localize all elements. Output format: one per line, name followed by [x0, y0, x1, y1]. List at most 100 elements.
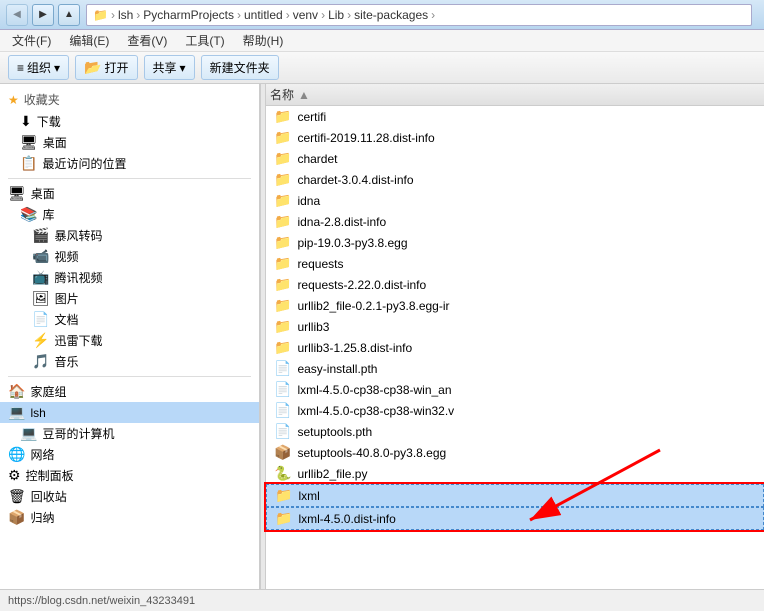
file-name-8: requests-2.22.0.dist-info — [297, 278, 426, 292]
file-icon-4: 📁 — [274, 192, 291, 209]
sidebar-item-xunlei[interactable]: ⚡ 迅雷下载 — [0, 330, 259, 351]
file-item-14[interactable]: 📄lxml-4.5.0-cp38-cp38-win32.v — [266, 400, 764, 421]
file-name-5: idna-2.8.dist-info — [297, 215, 386, 229]
breadcrumb-venv[interactable]: venv — [293, 8, 318, 22]
sidebar-item-dougo[interactable]: 💻 豆哥的计算机 — [0, 423, 259, 444]
sidebar-item-recycle[interactable]: 🗑 回收站 — [0, 486, 259, 507]
file-item-1[interactable]: 📁certifi-2019.11.28.dist-info — [266, 127, 764, 148]
video-icon: 📹 — [32, 248, 49, 265]
file-item-8[interactable]: 📁 requests-2.22.0.dist-info — [266, 274, 764, 295]
sidebar-item-tencent-video[interactable]: 📺 腾讯视频 — [0, 267, 259, 288]
open-button[interactable]: 📂 打开 — [75, 55, 137, 80]
new-folder-button[interactable]: 新建文件夹 — [201, 55, 279, 80]
share-dropdown-icon: ▾ — [180, 61, 186, 75]
file-name-15: setuptools.pth — [297, 425, 372, 439]
favorites-header: ★ 收藏夹 — [0, 88, 259, 111]
sidebar-item-desktop[interactable]: 🖥 桌面 — [0, 132, 259, 153]
file-name-19: lxml-4.5.0.dist-info — [298, 512, 395, 526]
menu-edit[interactable]: 编辑(E) — [61, 30, 117, 51]
file-item-16[interactable]: 📦 setuptools-40.8.0-py3.8.egg — [266, 442, 764, 463]
sidebar-item-music[interactable]: 🎵 音乐 — [0, 351, 259, 372]
breadcrumb-site-packages[interactable]: site-packages — [354, 8, 428, 22]
desktop-folder-icon: 🖥 — [8, 185, 26, 202]
sidebar-item-docs[interactable]: 📄 文档 — [0, 309, 259, 330]
music-icon: 🎵 — [32, 353, 49, 370]
network-icon: 🌐 — [8, 446, 25, 463]
menu-file[interactable]: 文件(F) — [4, 30, 59, 51]
file-icon-16: 📦 — [274, 444, 291, 461]
breadcrumb[interactable]: 📁 › lsh › PycharmProjects › untitled › v… — [86, 4, 752, 26]
share-button[interactable]: 共享 ▾ — [144, 55, 195, 80]
file-name-2: chardet — [297, 152, 337, 166]
file-item-17[interactable]: 🐍urllib2_file.py — [266, 463, 764, 484]
breadcrumb-pycharm[interactable]: PycharmProjects — [143, 8, 234, 22]
file-icon-7: 📁 — [274, 255, 291, 272]
menu-tools[interactable]: 工具(T) — [177, 30, 232, 51]
file-name-16: setuptools-40.8.0-py3.8.egg — [297, 446, 446, 460]
sidebar-item-recent[interactable]: 📋 最近访问的位置 — [0, 153, 259, 174]
file-icon-5: 📁 — [274, 213, 291, 230]
organize-button[interactable]: ≡ 组织 ▾ — [8, 55, 69, 80]
sidebar-item-归纳[interactable]: 📦 归纳 — [0, 507, 259, 528]
file-list-header[interactable]: 名称 ▲ — [266, 84, 764, 106]
file-name-12: easy-install.pth — [297, 362, 377, 376]
docs-icon: 📄 — [32, 311, 49, 328]
file-icon-11: 📁 — [274, 339, 291, 356]
file-icon-6: 📁 — [274, 234, 291, 251]
file-item-4[interactable]: 📁idna — [266, 190, 764, 211]
baofeng-icon: 🎬 — [32, 227, 49, 244]
file-item-18[interactable]: 📁lxml — [266, 484, 764, 507]
file-item-0[interactable]: 📁certifi — [266, 106, 764, 127]
sidebar: ★ 收藏夹 ⬇ 下载 🖥 桌面 📋 最近访问的位置 🖥 桌面 📚 库 🎬 暴风 — [0, 84, 260, 589]
file-item-2[interactable]: 📁 chardet — [266, 148, 764, 169]
open-icon: 📂 — [84, 59, 101, 76]
toolbar: ≡ 组织 ▾ 📂 打开 共享 ▾ 新建文件夹 — [0, 52, 764, 84]
forward-button[interactable]: ▶ — [32, 4, 54, 26]
sidebar-item-video[interactable]: 📹 视频 — [0, 246, 259, 267]
file-item-12[interactable]: 📄easy-install.pth — [266, 358, 764, 379]
file-name-6: pip-19.0.3-py3.8.egg — [297, 236, 407, 250]
file-item-7[interactable]: 📁requests — [266, 253, 764, 274]
title-bar: ◀ ▶ ▲ 📁 › lsh › PycharmProjects › untitl… — [0, 0, 764, 30]
file-item-10[interactable]: 📁urllib3 — [266, 316, 764, 337]
sidebar-item-download[interactable]: ⬇ 下载 — [0, 111, 259, 132]
file-item-19[interactable]: 📁lxml-4.5.0.dist-info — [266, 507, 764, 530]
tencent-icon: 📺 — [32, 269, 49, 286]
file-item-9[interactable]: 📁 urllib2_file-0.2.1-py3.8.egg-ir — [266, 295, 764, 316]
sidebar-item-library[interactable]: 📚 库 — [0, 204, 259, 225]
file-item-5[interactable]: 📁 idna-2.8.dist-info — [266, 211, 764, 232]
file-item-13[interactable]: 📄lxml-4.5.0-cp38-cp38-win_an — [266, 379, 764, 400]
sidebar-item-network[interactable]: 🌐 网络 — [0, 444, 259, 465]
file-item-6[interactable]: 📁 pip-19.0.3-py3.8.egg — [266, 232, 764, 253]
sidebar-item-pictures[interactable]: 🖼 图片 — [0, 288, 259, 309]
file-item-15[interactable]: 📄setuptools.pth — [266, 421, 764, 442]
menu-view[interactable]: 查看(V) — [119, 30, 175, 51]
file-name-13: lxml-4.5.0-cp38-cp38-win_an — [297, 383, 451, 397]
file-item-11[interactable]: 📁urllib3-1.25.8.dist-info — [266, 337, 764, 358]
file-icon-9: 📁 — [274, 297, 291, 314]
breadcrumb-untitled[interactable]: untitled — [244, 8, 283, 22]
sidebar-item-controlpanel[interactable]: ⚙ 控制面板 — [0, 465, 259, 486]
file-icon-0: 📁 — [274, 108, 291, 125]
up-button[interactable]: ▲ — [58, 4, 80, 26]
back-button[interactable]: ◀ — [6, 4, 28, 26]
file-icon-18: 📁 — [275, 487, 292, 504]
organize-dropdown-icon: ▾ — [54, 61, 60, 75]
breadcrumb-lib[interactable]: Lib — [328, 8, 344, 22]
sidebar-item-baofeng[interactable]: 🎬 暴风转码 — [0, 225, 259, 246]
xunlei-icon: ⚡ — [32, 332, 49, 349]
sidebar-item-lsh[interactable]: 💻 lsh — [0, 402, 259, 423]
file-icon-2: 📁 — [274, 150, 291, 167]
sidebar-item-homegroup[interactable]: 🏠 家庭组 — [0, 381, 259, 402]
file-item-3[interactable]: 📁chardet-3.0.4.dist-info — [266, 169, 764, 190]
file-list: 名称 ▲ 📁certifi📁certifi-2019.11.28.dist-in… — [266, 84, 764, 589]
file-name-9: urllib2_file-0.2.1-py3.8.egg-ir — [297, 299, 449, 313]
status-url: https://blog.csdn.net/weixin_43233491 — [8, 595, 195, 607]
desktop-icon: 🖥 — [20, 134, 38, 151]
menu-help[interactable]: 帮助(H) — [235, 30, 292, 51]
divider2 — [8, 376, 251, 377]
sidebar-item-desktop-root[interactable]: 🖥 桌面 — [0, 183, 259, 204]
file-icon-8: 📁 — [274, 276, 291, 293]
breadcrumb-segment: 📁 — [93, 8, 108, 22]
breadcrumb-lsh[interactable]: lsh — [118, 8, 133, 22]
